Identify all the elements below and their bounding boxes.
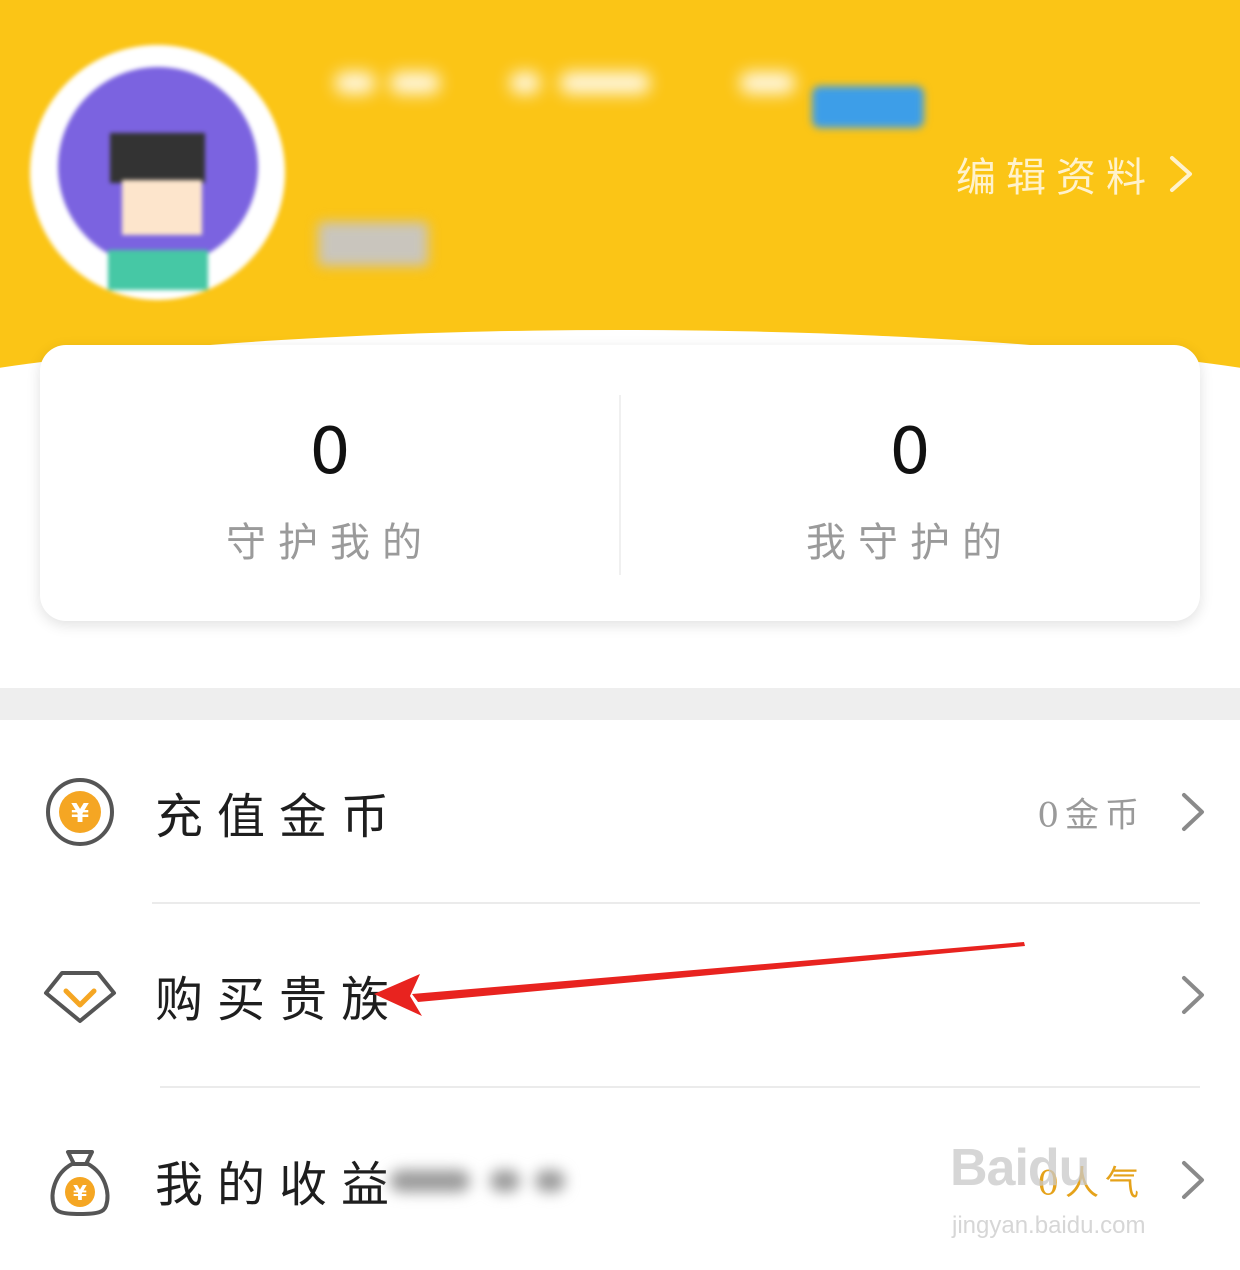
username-blurred bbox=[330, 60, 800, 110]
chevron-right-icon bbox=[1182, 1161, 1204, 1199]
menu-item-recharge[interactable]: ¥ 充值金币 0金币 bbox=[0, 722, 1240, 902]
chevron-right-icon bbox=[1182, 976, 1204, 1014]
watermark-brand: Baidu bbox=[950, 1139, 1090, 1197]
section-divider bbox=[0, 688, 1240, 720]
watermark-url: jingyan.baidu.com bbox=[952, 1212, 1146, 1239]
guard-me-label: 守护我的 bbox=[226, 520, 434, 566]
coin-balance: 0金币 bbox=[1037, 795, 1145, 836]
guard-me-stat[interactable]: 0 守护我的 bbox=[40, 345, 620, 621]
yuan-coin-icon: ¥ bbox=[46, 778, 114, 846]
edit-profile-label: 编辑资料 bbox=[956, 155, 1156, 201]
profile-header: 编辑资料 bbox=[0, 0, 1240, 385]
chevron-right-icon bbox=[1182, 793, 1204, 831]
diamond-icon bbox=[44, 971, 116, 1023]
baidu-watermark: Baidu jingyan.baidu.com bbox=[950, 1130, 1180, 1250]
menu-label: 充值金币 bbox=[155, 789, 404, 845]
money-bag-icon: ¥ bbox=[50, 1150, 110, 1216]
menu-label: 我的收益 bbox=[155, 1157, 404, 1213]
earnings-blurred bbox=[380, 1158, 590, 1202]
svg-text:¥: ¥ bbox=[71, 799, 89, 829]
avatar[interactable] bbox=[30, 45, 285, 300]
annotation-arrow bbox=[374, 942, 1025, 1016]
i-guard-stat[interactable]: 0 我守护的 bbox=[620, 345, 1200, 621]
guard-me-count: 0 bbox=[309, 415, 351, 489]
edit-profile-link[interactable]: 编辑资料 bbox=[956, 145, 1200, 203]
divider bbox=[152, 902, 1200, 904]
i-guard-count: 0 bbox=[889, 415, 931, 489]
i-guard-label: 我守护的 bbox=[806, 520, 1014, 566]
user-id-blurred bbox=[318, 222, 428, 266]
guard-stats-card: 0 守护我的 0 我守护的 bbox=[40, 345, 1200, 621]
svg-text:¥: ¥ bbox=[73, 1181, 87, 1205]
level-badge bbox=[812, 86, 924, 128]
divider bbox=[160, 1086, 1200, 1088]
chevron-right-icon bbox=[1170, 156, 1192, 192]
